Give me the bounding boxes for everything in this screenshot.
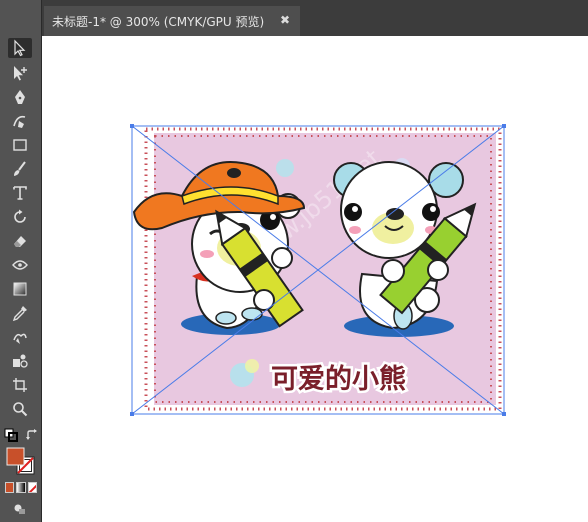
resize-handle-se[interactable] xyxy=(502,412,506,416)
tools-panel xyxy=(0,0,42,522)
width-icon xyxy=(12,260,28,270)
zoom-tool[interactable] xyxy=(8,399,32,419)
zoom-icon xyxy=(13,402,28,417)
draw-mode-icon[interactable] xyxy=(13,500,27,514)
resize-handle-ne[interactable] xyxy=(502,124,506,128)
symbol-sprayer-tool[interactable] xyxy=(8,351,32,371)
pen-icon xyxy=(15,90,25,104)
default-colors-icon[interactable] xyxy=(4,427,18,442)
symbol-sprayer-icon xyxy=(13,354,28,368)
pen-tool[interactable] xyxy=(8,87,32,107)
color-mode-button[interactable] xyxy=(5,482,15,493)
eraser-icon xyxy=(14,236,26,247)
selection-tool[interactable] xyxy=(8,38,32,58)
brush-icon xyxy=(14,161,26,176)
artboard-tool[interactable] xyxy=(8,375,32,395)
resize-handle-sw[interactable] xyxy=(130,412,134,416)
bubble xyxy=(245,359,259,373)
fill-mode-buttons xyxy=(5,482,37,493)
eyedropper-tool[interactable] xyxy=(8,303,32,323)
document-tab-title: 未标题-1* @ 300% (CMYK/GPU 预览) xyxy=(52,14,265,29)
document-tab[interactable]: 未标题-1* @ 300% (CMYK/GPU 预览) ✖ xyxy=(44,6,300,36)
direct-selection-tool[interactable] xyxy=(8,63,32,83)
artboard-icon xyxy=(13,378,27,392)
eraser-tool[interactable] xyxy=(8,231,32,251)
gradient-mode-button[interactable] xyxy=(16,482,26,493)
direct-arrow-icon xyxy=(14,66,27,81)
eyedropper-icon xyxy=(12,306,27,322)
swap-colors-icon[interactable] xyxy=(25,427,39,441)
close-icon[interactable]: ✖ xyxy=(280,13,290,27)
rectangle-tool[interactable] xyxy=(8,135,32,155)
gradient-tool[interactable] xyxy=(8,279,32,299)
fill-stroke-widget[interactable] xyxy=(6,447,38,477)
caption-text: 可爱的小熊 xyxy=(271,363,406,395)
resize-handle-nw[interactable] xyxy=(130,124,134,128)
canvas-workspace[interactable]: www.jb51.net 可爱的小熊 可爱的小熊 xyxy=(42,36,588,522)
paintbrush-tool[interactable] xyxy=(8,159,32,179)
width-tool[interactable] xyxy=(8,255,32,275)
type-icon xyxy=(13,186,27,200)
shape-builder-icon xyxy=(13,333,27,344)
bubble xyxy=(276,159,294,177)
rectangle-icon xyxy=(13,139,27,151)
curvature-icon xyxy=(13,115,26,128)
document-tab-bar: 未标题-1* @ 300% (CMYK/GPU 预览) ✖ xyxy=(42,0,588,36)
shape-builder-tool[interactable] xyxy=(8,327,32,347)
type-tool[interactable] xyxy=(8,183,32,203)
none-mode-button[interactable] xyxy=(27,482,37,493)
curvature-tool[interactable] xyxy=(8,111,32,131)
artwork-canvas: www.jb51.net 可爱的小熊 可爱的小熊 xyxy=(130,124,506,416)
rotate-icon xyxy=(14,209,26,223)
rotate-tool[interactable] xyxy=(8,207,32,227)
arrow-icon xyxy=(14,39,26,57)
gradient-icon xyxy=(13,282,27,296)
